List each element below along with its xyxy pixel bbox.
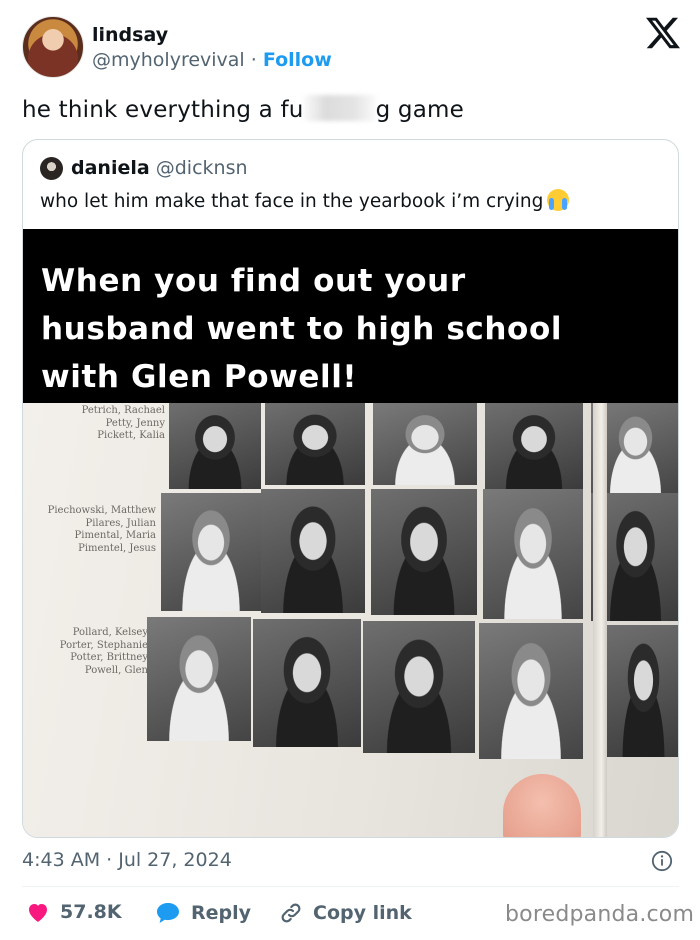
crying-emoji-icon: [547, 189, 570, 211]
portrait-photo: [147, 617, 251, 741]
yearbook-names-row-2: Piechowski, Matthew Pilares, Julian Pime…: [43, 505, 156, 555]
author-display-name[interactable]: lindsay: [92, 24, 168, 46]
quoted-handle: @dicknsn: [155, 157, 248, 179]
yearbook-name: Potter, Brittney: [70, 652, 148, 663]
yearbook-page-photo: Petrich, Rachael Petty, Jenny Pickett, K…: [23, 403, 678, 837]
caption-line-3: with Glen Powell!: [41, 359, 358, 395]
like-button[interactable]: 57.8K: [26, 901, 122, 923]
portrait-photo: [161, 493, 261, 611]
quoted-text-content: who let him make that face in the yearbo…: [40, 191, 544, 212]
quoted-media-image[interactable]: When you find out your husband went to h…: [23, 229, 678, 837]
yearbook-name: Powell, Glen: [84, 664, 148, 676]
portrait-photo-glen-powell: [479, 623, 583, 759]
reply-label: Reply: [191, 902, 252, 924]
copy-link-label: Copy link: [313, 902, 412, 924]
yearbook-name: Petty, Jenny: [105, 417, 165, 429]
divider: [22, 886, 679, 887]
book-page-fold: [593, 403, 607, 837]
yearbook-name: Pickett, Kalia: [97, 430, 165, 441]
portrait-photo: [607, 625, 678, 757]
quoted-display-name: daniela: [71, 157, 150, 179]
yearbook-name: Petrich, Rachael: [81, 405, 165, 416]
yearbook-name: Pimentel, Jesus: [78, 542, 156, 554]
follow-button[interactable]: Follow: [263, 49, 332, 71]
quoted-text: who let him make that face in the yearbo…: [40, 189, 570, 212]
handle-separator: ·: [250, 49, 257, 71]
portrait-photo: [169, 403, 261, 489]
tweet-text-end: g game: [375, 97, 464, 123]
author-handle-line: @myholyrevival · Follow: [92, 49, 332, 71]
author-handle[interactable]: @myholyrevival: [92, 49, 245, 71]
portrait-photo: [253, 619, 361, 747]
x-logo-icon[interactable]: [646, 16, 680, 50]
quoted-tweet[interactable]: daniela @dicknsn who let him make that f…: [22, 139, 679, 838]
boredpanda-watermark: boredpanda.com: [505, 902, 695, 927]
caption-line-1: When you find out your: [41, 263, 466, 299]
yearbook-name: Pimental, Maria: [74, 530, 156, 541]
tweet-timestamp[interactable]: 4:43 AM · Jul 27, 2024: [22, 849, 232, 871]
tweet-text: he think everything a fu g game: [22, 95, 464, 123]
portrait-photo: [373, 403, 477, 485]
quoted-header: daniela @dicknsn: [71, 157, 248, 179]
quoted-avatar: [40, 157, 63, 180]
portrait-photo: [363, 621, 475, 753]
yearbook-name: Piechowski, Matthew: [47, 505, 156, 516]
info-icon[interactable]: [651, 850, 673, 872]
portrait-photo: [261, 489, 365, 613]
portrait-photo: [265, 403, 365, 485]
yearbook-name: Porter, Stephanie: [59, 639, 148, 651]
portrait-photo: [483, 489, 583, 619]
tweet-text-start: he think everything a fu: [22, 97, 304, 123]
yearbook-name: Pollard, Kelsey: [72, 627, 148, 638]
yearbook-names-row-1: Petrich, Rachael Petty, Jenny Pickett, K…: [73, 405, 165, 443]
heart-icon: [29, 904, 47, 922]
copy-link-button[interactable]: Copy link: [279, 901, 412, 925]
yearbook-name: Pilares, Julian: [85, 517, 156, 529]
like-count: 57.8K: [60, 901, 122, 923]
link-icon: [281, 903, 301, 923]
censor-blur: [303, 95, 376, 121]
caption-line-2: husband went to high school: [41, 311, 563, 347]
meme-caption-bar: When you find out your husband went to h…: [23, 229, 678, 403]
avatar[interactable]: [22, 16, 84, 78]
reply-bubble-icon: [157, 903, 179, 923]
reply-button[interactable]: Reply: [155, 901, 251, 925]
portrait-photo: [485, 403, 583, 489]
portrait-photo: [371, 489, 477, 615]
yearbook-names-row-3: Pollard, Kelsey Porter, Stephanie Potter…: [53, 627, 148, 677]
